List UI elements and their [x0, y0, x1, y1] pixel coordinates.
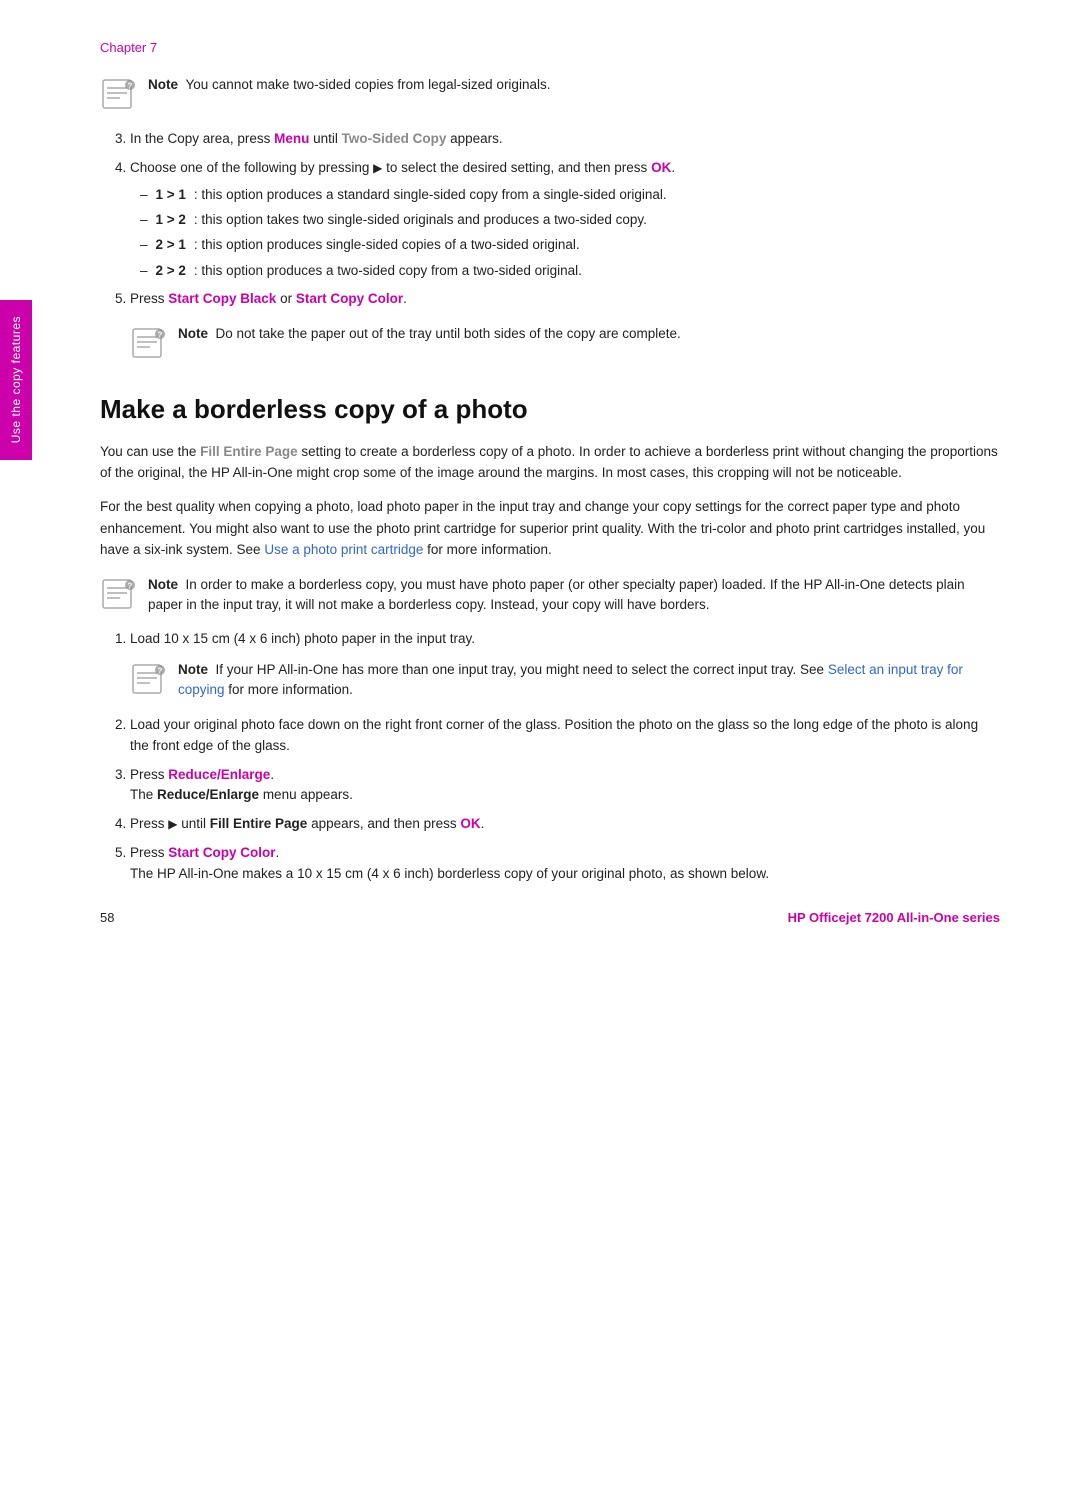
step-2: Load your original photo face down on th…: [130, 715, 1000, 757]
sub-list: 1 > 1: this option produces a standard s…: [140, 185, 1000, 281]
step-1: Load 10 x 15 cm (4 x 6 inch) photo paper…: [130, 629, 1000, 650]
step-4: Press ▶ until Fill Entire Page appears, …: [130, 814, 1000, 835]
note-4-label: Note: [178, 662, 208, 677]
note-icon-4: ?: [130, 662, 168, 700]
select-input-tray-link[interactable]: Select an input tray for copying: [178, 662, 963, 697]
two-sided-copy-highlight: Two-Sided Copy: [342, 131, 447, 146]
arrow-right-icon-2: ▶: [168, 817, 177, 831]
ok-highlight-1: OK: [651, 160, 671, 175]
step-5: Press Start Copy Color. The HP All-in-On…: [130, 843, 1000, 885]
svg-text:?: ?: [158, 667, 163, 676]
fill-entire-page-ref: Fill Entire Page: [200, 444, 298, 459]
svg-text:?: ?: [128, 581, 133, 590]
list-item-3: In the Copy area, press Menu until Two-S…: [130, 129, 1000, 150]
note-2-label: Note: [178, 326, 208, 341]
note-box-1: ? Note You cannot make two-sided copies …: [100, 75, 1000, 115]
use-photo-cartridge-link[interactable]: Use a photo print cartridge: [264, 542, 423, 557]
note-4-text: Note If your HP All-in-One has more than…: [178, 660, 1000, 701]
note-2-text: Note Do not take the paper out of the tr…: [178, 324, 681, 344]
note-icon-3: ?: [100, 577, 138, 615]
list-item-4: Choose one of the following by pressing …: [130, 158, 1000, 281]
note-1-label: Note: [148, 77, 178, 92]
start-copy-color-highlight-2: Start Copy Color: [168, 845, 275, 860]
steps-list: Load 10 x 15 cm (4 x 6 inch) photo paper…: [130, 629, 1000, 650]
steps-list-2: Load your original photo face down on th…: [130, 715, 1000, 885]
arrow-right-icon: ▶: [373, 161, 382, 175]
sub-item-2: 1 > 2: this option takes two single-side…: [140, 210, 1000, 230]
sub-item-4: 2 > 2: this option produces a two-sided …: [140, 261, 1000, 281]
note-box-4: ? Note If your HP All-in-One has more th…: [130, 660, 1000, 701]
menu-highlight: Menu: [274, 131, 309, 146]
note-box-2: ? Note Do not take the paper out of the …: [130, 324, 1000, 364]
reduce-enlarge-highlight: Reduce/Enlarge: [168, 767, 270, 782]
main-list: In the Copy area, press Menu until Two-S…: [130, 129, 1000, 310]
section-heading: Make a borderless copy of a photo: [100, 394, 1000, 425]
footer: 58 HP Officejet 7200 All-in-One series: [100, 910, 1000, 925]
svg-text:?: ?: [128, 82, 133, 91]
ok-highlight-2: OK: [460, 816, 480, 831]
note-icon-1: ?: [100, 77, 138, 115]
para2: For the best quality when copying a phot…: [100, 496, 1000, 561]
note-3-text: Note In order to make a borderless copy,…: [148, 575, 1000, 616]
note-icon-2: ?: [130, 326, 168, 364]
svg-text:?: ?: [158, 330, 163, 339]
note-3-label: Note: [148, 577, 178, 592]
start-copy-color-highlight: Start Copy Color: [296, 291, 403, 306]
product-name: HP Officejet 7200 All-in-One series: [788, 910, 1000, 925]
sub-item-1: 1 > 1: this option produces a standard s…: [140, 185, 1000, 205]
sub-item-3: 2 > 1: this option produces single-sided…: [140, 235, 1000, 255]
chapter-label: Chapter 7: [100, 40, 1000, 55]
list-item-5: Press Start Copy Black or Start Copy Col…: [130, 289, 1000, 310]
note-1-text: Note You cannot make two-sided copies fr…: [148, 75, 550, 95]
para1: You can use the Fill Entire Page setting…: [100, 441, 1000, 484]
step-3: Press Reduce/Enlarge. The Reduce/Enlarge…: [130, 765, 1000, 807]
note-box-3: ? Note In order to make a borderless cop…: [100, 575, 1000, 616]
start-copy-black-highlight: Start Copy Black: [168, 291, 276, 306]
page-number: 58: [100, 910, 114, 925]
